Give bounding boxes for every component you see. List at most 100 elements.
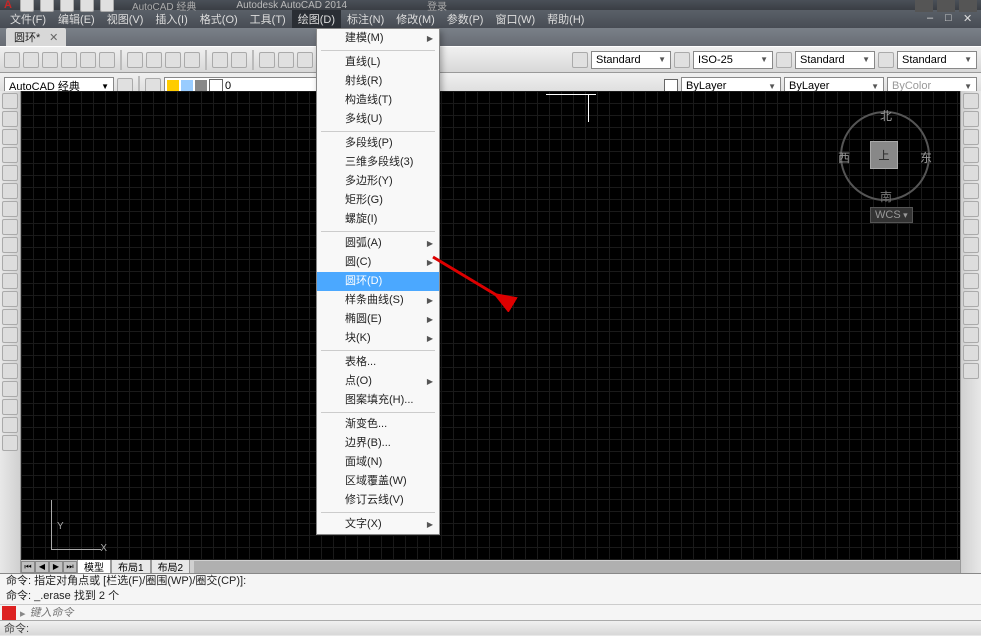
dim-style-dropdown[interactable]: ISO-25▼ [693,51,773,69]
copy-tool-icon[interactable] [963,111,979,127]
circle-tool-icon[interactable] [2,201,18,217]
menu-dim[interactable]: 标注(N) [341,10,390,28]
menu-construction-line[interactable]: 构造线(T) [317,91,439,110]
mleader-style-icon[interactable] [878,52,894,68]
polygon-tool-icon[interactable] [2,147,18,163]
table-tool-icon[interactable] [2,399,18,415]
menu-edit[interactable]: 编辑(E) [52,10,101,28]
trim-tool-icon[interactable] [963,255,979,271]
view-cube[interactable]: 北 南 东 西 上 WCS ▾ [840,111,930,201]
erase-tool-icon[interactable] [963,93,979,109]
menu-circle[interactable]: 圆(C)▶ [317,253,439,272]
menu-view[interactable]: 视图(V) [101,10,150,28]
menu-ellipse[interactable]: 椭圆(E)▶ [317,310,439,329]
copy-icon[interactable] [146,52,162,68]
preview-icon[interactable] [80,52,96,68]
text-style-dropdown[interactable]: Standard▼ [591,51,671,69]
rotate-tool-icon[interactable] [963,201,979,217]
insert-tool-icon[interactable] [2,291,18,307]
pline-tool-icon[interactable] [2,129,18,145]
menu-wipeout[interactable]: 区域覆盖(W) [317,472,439,491]
region-tool-icon[interactable] [2,381,18,397]
menu-revcloud[interactable]: 修订云线(V) [317,491,439,510]
redo-btn-icon[interactable] [231,52,247,68]
doc-minimize-icon[interactable]: – [927,12,941,26]
menu-window[interactable]: 窗口(W) [489,10,541,28]
viewcube-wcs[interactable]: WCS ▾ [870,207,913,223]
spline-tool-icon[interactable] [2,237,18,253]
command-input[interactable] [30,607,979,619]
point-tool-icon[interactable] [2,327,18,343]
menu-polygon[interactable]: 多边形(Y) [317,172,439,191]
menu-param[interactable]: 参数(P) [441,10,490,28]
zoom-icon[interactable] [278,52,294,68]
menu-table[interactable]: 表格... [317,353,439,372]
ellipse-tool-icon[interactable] [2,255,18,271]
menu-rectangle[interactable]: 矩形(G) [317,191,439,210]
menu-file[interactable]: 文件(F) [4,10,52,28]
extend-tool-icon[interactable] [963,273,979,289]
text-style-icon[interactable] [572,52,588,68]
menu-boundary[interactable]: 边界(B)... [317,434,439,453]
menu-tools[interactable]: 工具(T) [244,10,292,28]
menu-ray[interactable]: 射线(R) [317,72,439,91]
mleader-style-dropdown[interactable]: Standard▼ [897,51,977,69]
tab-close-icon[interactable]: ✕ [49,32,58,44]
table-style-dropdown[interactable]: Standard▼ [795,51,875,69]
zoom-win-icon[interactable] [297,52,313,68]
menu-format[interactable]: 格式(O) [194,10,244,28]
open-file-icon[interactable] [23,52,39,68]
publish-icon[interactable] [99,52,115,68]
menu-polyline[interactable]: 多段线(P) [317,134,439,153]
save-file-icon[interactable] [42,52,58,68]
menu-region[interactable]: 面域(N) [317,453,439,472]
stretch-tool-icon[interactable] [963,237,979,253]
drawing-canvas[interactable]: Y X 北 南 东 西 上 WCS ▾ [21,91,960,560]
tab-next-icon[interactable]: ▶ [49,561,63,573]
offset-tool-icon[interactable] [963,147,979,163]
xline-tool-icon[interactable] [2,111,18,127]
line-tool-icon[interactable] [2,93,18,109]
break-tool-icon[interactable] [963,291,979,307]
new-file-icon[interactable] [4,52,20,68]
viewcube-top[interactable]: 上 [870,141,898,169]
rect-tool-icon[interactable] [2,165,18,181]
gradient-tool-icon[interactable] [2,363,18,379]
menu-arc[interactable]: 圆弧(A)▶ [317,234,439,253]
undo-btn-icon[interactable] [212,52,228,68]
maximize-icon[interactable] [937,0,955,12]
menu-helix[interactable]: 螺旋(I) [317,210,439,229]
menu-text[interactable]: 文字(X)▶ [317,515,439,534]
table-style-icon[interactable] [776,52,792,68]
menu-modeling[interactable]: 建模(M)▶ [317,29,439,48]
tab-first-icon[interactable]: ⏮ [21,561,35,573]
menu-line[interactable]: 直线(L) [317,53,439,72]
print-icon[interactable] [61,52,77,68]
mirror-tool-icon[interactable] [963,129,979,145]
doc-close-icon[interactable]: ✕ [963,12,977,26]
menu-gradient[interactable]: 渐变色... [317,415,439,434]
hscrollbar[interactable] [194,561,960,573]
hatch-tool-icon[interactable] [2,345,18,361]
menu-block[interactable]: 块(K)▶ [317,329,439,348]
tab-last-icon[interactable]: ⏭ [63,561,77,573]
move-tool-icon[interactable] [963,183,979,199]
mtext-tool-icon[interactable] [2,417,18,433]
chamfer-tool-icon[interactable] [963,327,979,343]
array-tool-icon[interactable] [963,165,979,181]
minimize-icon[interactable] [915,0,933,12]
fillet-tool-icon[interactable] [963,345,979,361]
menu-draw[interactable]: 绘图(D) [292,10,341,28]
cut-icon[interactable] [127,52,143,68]
document-tab[interactable]: 圆环* ✕ [6,28,66,46]
pan-icon[interactable] [259,52,275,68]
menu-help[interactable]: 帮助(H) [541,10,590,28]
dim-style-icon[interactable] [674,52,690,68]
menu-multiline[interactable]: 多线(U) [317,110,439,129]
arc-tool-icon[interactable] [2,183,18,199]
match-icon[interactable] [184,52,200,68]
scale-tool-icon[interactable] [963,219,979,235]
menu-modify[interactable]: 修改(M) [390,10,441,28]
menu-spline[interactable]: 样条曲线(S)▶ [317,291,439,310]
join-tool-icon[interactable] [963,309,979,325]
